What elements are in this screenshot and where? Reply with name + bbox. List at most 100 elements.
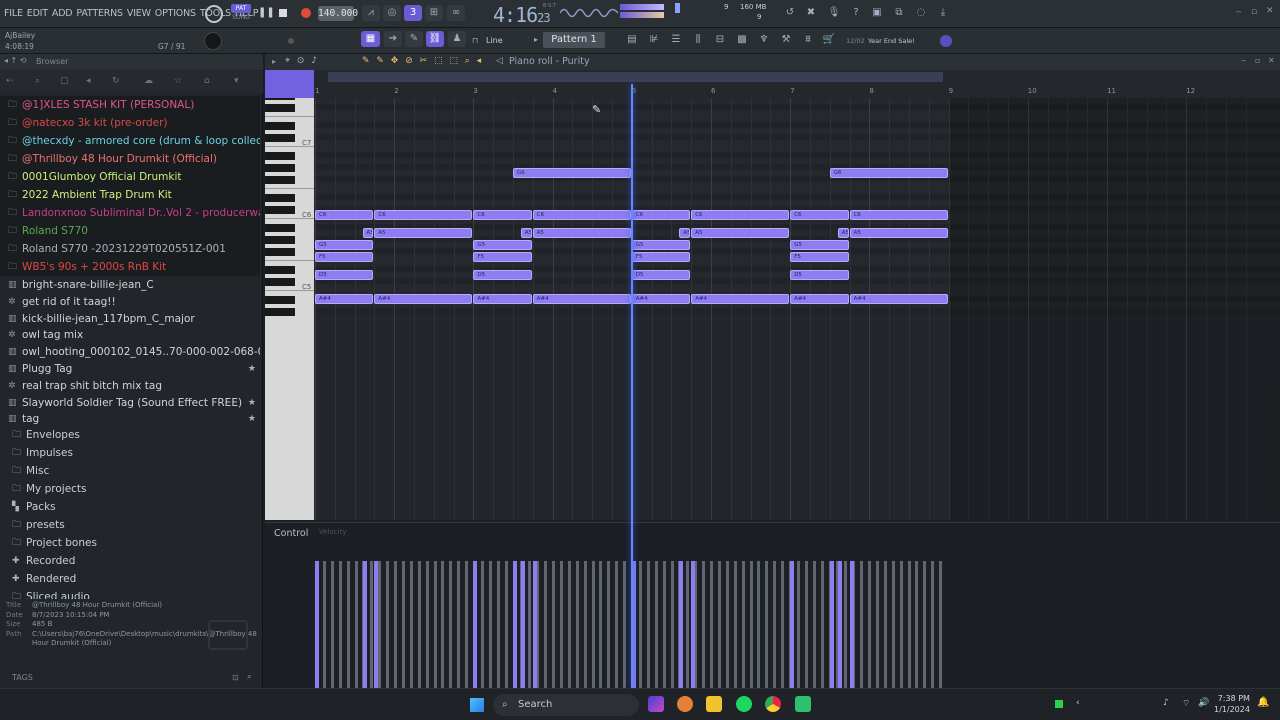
- black-key[interactable]: [265, 176, 295, 184]
- pitch-knob[interactable]: [204, 32, 222, 50]
- countdown-icon[interactable]: 3: [404, 5, 422, 21]
- velocity-bar[interactable]: [860, 561, 864, 689]
- app-icon[interactable]: [795, 696, 811, 712]
- piano-roll-back-icon[interactable]: ◁: [496, 56, 503, 66]
- velocity-bar[interactable]: [457, 561, 461, 689]
- fl-studio-icon[interactable]: [677, 696, 693, 712]
- note[interactable]: A5: [849, 228, 948, 238]
- note[interactable]: C6: [631, 210, 691, 220]
- browser-folder[interactable]: 🗀 My projects: [0, 480, 260, 498]
- pr-minimize-icon[interactable]: ‒: [1241, 56, 1246, 65]
- help-icon[interactable]: ?: [847, 5, 865, 21]
- playhead[interactable]: [630, 84, 633, 688]
- velocity-bar[interactable]: [528, 561, 532, 689]
- browser-item[interactable]: 🗀 Roland S770 -20231229T020551Z-001: [0, 240, 260, 258]
- note[interactable]: A#4: [631, 294, 691, 304]
- menu-options[interactable]: OPTIONS: [155, 8, 196, 19]
- velocity-bar[interactable]: [513, 561, 517, 689]
- note[interactable]: G5: [631, 240, 691, 250]
- velocity-bar[interactable]: [820, 561, 824, 689]
- tempo-display[interactable]: 140.000: [318, 6, 358, 21]
- note[interactable]: C6: [374, 210, 473, 220]
- velocity-bar[interactable]: [796, 561, 800, 689]
- promo-link[interactable]: Year End Sale!: [868, 37, 915, 45]
- chrome-icon[interactable]: [765, 696, 781, 712]
- velocity-bar[interactable]: [883, 561, 887, 689]
- note[interactable]: C6: [315, 210, 374, 220]
- tray-app-icon[interactable]: [1055, 700, 1063, 708]
- velocity-bar[interactable]: [552, 561, 555, 689]
- browser-item[interactable]: ▥ kick-billie-jean_117bpm_C_major: [0, 310, 260, 328]
- undo-icon[interactable]: ↺: [781, 5, 799, 21]
- snap-select[interactable]: Line: [486, 36, 503, 45]
- velocity-bar[interactable]: [401, 561, 405, 689]
- velocity-bar[interactable]: [599, 561, 603, 689]
- black-key[interactable]: [265, 296, 295, 304]
- note[interactable]: A5: [520, 228, 532, 238]
- note[interactable]: G5: [473, 240, 532, 250]
- velocity-bar[interactable]: [875, 561, 879, 689]
- velocity-bar[interactable]: [425, 561, 429, 689]
- velocity-bar[interactable]: [544, 561, 548, 689]
- browser-folder[interactable]: 🗀 Impulses: [0, 444, 260, 462]
- note[interactable]: D5: [790, 270, 849, 280]
- browser-folder[interactable]: ▚ Packs: [0, 498, 260, 516]
- browser-folder[interactable]: ✚ Recorded: [0, 552, 260, 570]
- note[interactable]: C6: [532, 210, 631, 220]
- note[interactable]: A5: [691, 228, 790, 238]
- velocity-bar[interactable]: [532, 561, 537, 689]
- pr-close-icon[interactable]: ✕: [1268, 56, 1275, 65]
- velocity-bar[interactable]: [781, 561, 785, 689]
- tools-icon[interactable]: ⚒: [777, 32, 795, 48]
- velocity-bar[interactable]: [686, 561, 690, 689]
- note[interactable]: A#4: [691, 294, 790, 304]
- note[interactable]: C6: [849, 210, 948, 220]
- browser-folder[interactable]: 🗀 Project bones: [0, 534, 260, 552]
- note[interactable]: A5: [362, 228, 374, 238]
- velocity-bar[interactable]: [615, 561, 619, 689]
- black-key[interactable]: [265, 134, 295, 142]
- black-key[interactable]: [265, 224, 295, 232]
- note[interactable]: F5: [315, 252, 374, 262]
- song-position-display[interactable]: 4:1623: [493, 3, 551, 27]
- plugin-db-icon[interactable]: ▩: [733, 32, 751, 48]
- note[interactable]: A5: [837, 228, 849, 238]
- control-label[interactable]: Control: [274, 528, 308, 539]
- note[interactable]: A5: [679, 228, 691, 238]
- black-key[interactable]: [265, 194, 295, 202]
- velocity-bar[interactable]: [449, 561, 453, 689]
- note[interactable]: D5: [631, 270, 691, 280]
- velocity-bar[interactable]: [844, 561, 848, 689]
- loop-record-icon[interactable]: ∞: [447, 5, 465, 21]
- velocity-bar[interactable]: [607, 561, 611, 689]
- velocity-bar[interactable]: [433, 561, 437, 689]
- notification-icon[interactable]: 🔔: [1257, 697, 1269, 708]
- pattern-selector[interactable]: Pattern 1: [543, 32, 605, 48]
- velocity-bar[interactable]: [939, 561, 943, 689]
- velocity-bar[interactable]: [670, 561, 674, 689]
- browser-item[interactable]: 🗀 @thecxdy - armored core (drum & loop co…: [0, 132, 260, 150]
- browser-folder[interactable]: ✚ Rendered: [0, 570, 260, 588]
- record-icon[interactable]: [301, 8, 311, 18]
- note[interactable]: G6: [513, 168, 631, 178]
- playlist-view-icon[interactable]: ☰: [667, 32, 685, 48]
- browser-item[interactable]: 🗀 @1]XLES STASH KIT (PERSONAL): [0, 96, 260, 114]
- black-key[interactable]: [265, 164, 295, 172]
- control-lane[interactable]: Control Velocity: [265, 522, 1280, 689]
- velocity-bar[interactable]: [662, 561, 666, 689]
- browser-folder[interactable]: 🗀 presets: [0, 516, 260, 534]
- velocity-bar[interactable]: [899, 561, 903, 689]
- song-mode-toggle[interactable]: SONG: [231, 14, 251, 22]
- browser-item[interactable]: ▥ owl_hooting_000102_0145..70-000-002-068…: [0, 343, 260, 361]
- velocity-bar[interactable]: [931, 561, 935, 689]
- piano-roll-edit-tools[interactable]: ✎ ✎ ✥ ⊘ ✂ ⬚ ⬚ ⌕ ◂: [362, 56, 483, 66]
- note[interactable]: A#4: [374, 294, 473, 304]
- velocity-bar[interactable]: [583, 561, 587, 689]
- velocity-bar[interactable]: [923, 561, 927, 689]
- mixer-view-icon[interactable]: ⫼: [689, 32, 707, 48]
- plugin-icon[interactable]: ⧉: [890, 5, 908, 21]
- velocity-bar[interactable]: [790, 561, 795, 689]
- volume-icon[interactable]: 🔊: [1198, 698, 1209, 708]
- velocity-bar[interactable]: [702, 561, 706, 689]
- tag-folder-icon[interactable]: ⊡: [232, 673, 239, 682]
